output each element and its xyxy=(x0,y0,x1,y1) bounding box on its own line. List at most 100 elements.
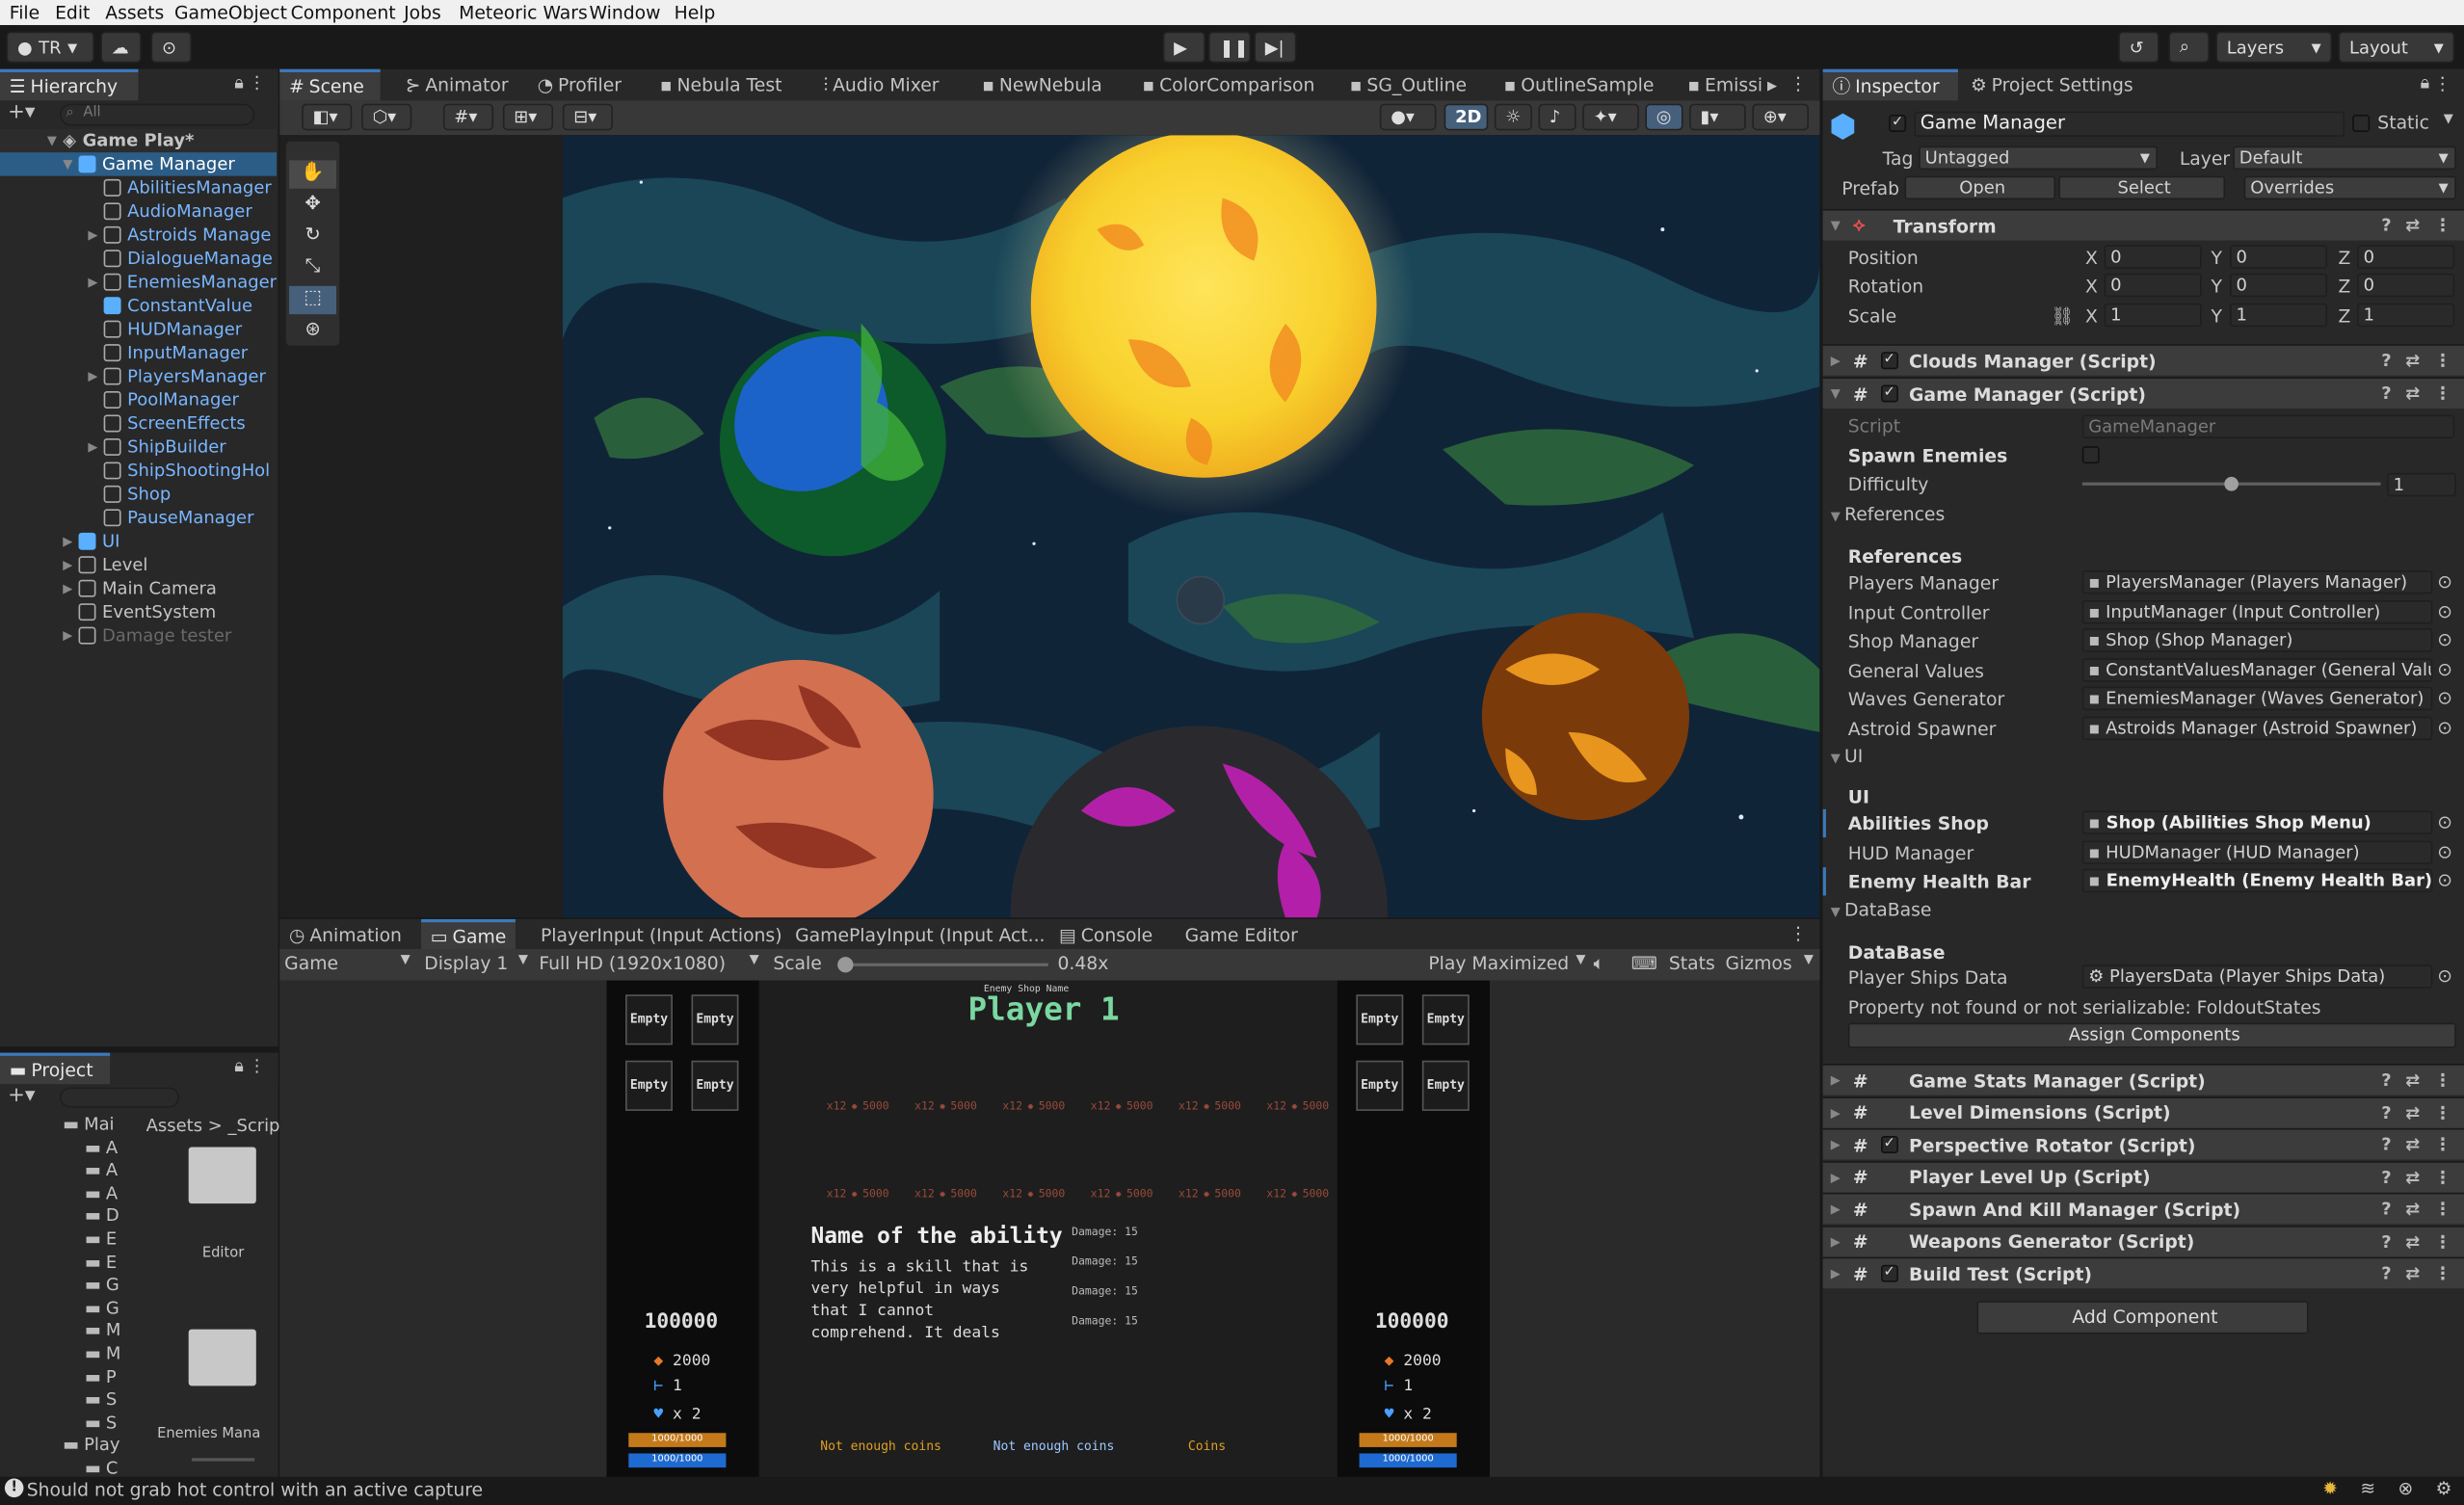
tab-sg-outline[interactable]: ▪ SG_Outline xyxy=(1340,69,1476,101)
help-icon[interactable]: ? xyxy=(2381,1231,2391,1252)
hierarchy-item[interactable]: ConstantValue xyxy=(0,294,277,317)
tab-game-editor[interactable]: Game Editor xyxy=(1176,919,1308,951)
upgrade-cost[interactable]: x12 ✹ 5000 xyxy=(1179,1100,1241,1113)
chevron-right-icon[interactable]: ▶ xyxy=(63,534,78,548)
effects-button[interactable]: ✦▾ xyxy=(1582,103,1639,131)
axis-label-z[interactable]: Z xyxy=(2339,247,2351,269)
account-dropdown[interactable]: ● TR ▼ xyxy=(6,31,94,64)
scene-view[interactable]: ✋ ✥ ↻ ⤡ ⬚ ⊛ xyxy=(279,135,1820,918)
lock-icon[interactable]: 🔒︎ xyxy=(234,72,244,94)
coins-button[interactable]: Coins xyxy=(1188,1439,1226,1454)
upgrade-cost[interactable]: x12 ✹ 5000 xyxy=(1179,1188,1241,1201)
project-folder[interactable]: ▬ Play xyxy=(0,1434,139,1457)
object-picker-icon[interactable]: ⊙ xyxy=(2437,599,2452,621)
more-icon[interactable]: ⋮ xyxy=(2434,1070,2451,1091)
project-search-input[interactable] xyxy=(59,1087,179,1108)
lock-icon[interactable]: 🔒︎ xyxy=(2421,72,2430,94)
component-header[interactable]: ▶#✓Level Dimensions (Script)?⇄⋮ xyxy=(1822,1096,2464,1128)
project-folder[interactable]: ▬ A xyxy=(0,1181,139,1204)
menu-component[interactable]: Component xyxy=(291,2,396,24)
object-picker-icon[interactable]: ⊙ xyxy=(2437,570,2452,593)
more-icon[interactable]: ⋮ xyxy=(2434,1167,2451,1187)
difficulty-slider[interactable] xyxy=(2081,474,2381,493)
reference-field[interactable]: ▪ InputManager (Input Controller) xyxy=(2081,599,2433,623)
more-icon[interactable]: ⋮ xyxy=(2434,1134,2451,1154)
reference-field[interactable]: ▪ Astroids Manager (Astroid Spawner) xyxy=(2081,715,2433,740)
project-folder[interactable]: ▬ G xyxy=(0,1296,139,1319)
scale-slider-handle[interactable] xyxy=(837,957,854,973)
object-picker-icon[interactable]: ⊙ xyxy=(2437,840,2452,862)
axis-label-x[interactable]: X xyxy=(2085,275,2098,297)
gizmos-dropdown[interactable]: Gizmos ▼ xyxy=(1726,952,1814,974)
reference-field[interactable]: ▪ EnemiesManager (Waves Generator) xyxy=(2081,686,2433,711)
spawn-enemies-checkbox[interactable] xyxy=(2081,446,2100,464)
scale-tool-icon[interactable]: ⤡ xyxy=(289,254,336,282)
tab-playerinput[interactable]: PlayerInput (Input Actions) xyxy=(531,919,791,951)
scale-z-input[interactable]: 1 xyxy=(2357,303,2455,328)
reference-field[interactable]: ▪ Shop (Shop Manager) xyxy=(2081,628,2433,652)
tab-hierarchy[interactable]: ☰ Hierarchy xyxy=(0,68,139,101)
hierarchy-item[interactable]: EventSystem xyxy=(0,600,277,623)
menu-file[interactable]: File xyxy=(10,2,40,24)
assign-components-button[interactable]: Assign Components xyxy=(1847,1022,2456,1048)
play-mode-dropdown[interactable]: Play Maximized ▼ xyxy=(1428,952,1585,974)
rect-tool-icon[interactable]: ⬚ xyxy=(289,285,336,315)
lock-icon[interactable]: 🔒︎ xyxy=(234,1056,244,1078)
folder-icon[interactable] xyxy=(188,1147,256,1204)
component-header[interactable]: ▶#✓Player Level Up (Script)?⇄⋮ xyxy=(1822,1160,2464,1192)
upgrade-cost[interactable]: x12 ✹ 5000 xyxy=(914,1100,977,1113)
collab-button[interactable]: ⊙ xyxy=(150,31,192,64)
hierarchy-item[interactable]: ▶ Main Camera xyxy=(0,576,277,599)
preset-icon[interactable]: ⇄ xyxy=(2405,215,2420,235)
preset-icon[interactable]: ⇄ xyxy=(2405,383,2420,404)
display-dropdown[interactable]: Display 1 ▼ xyxy=(424,952,528,974)
rotate-tool-icon[interactable]: ↻ xyxy=(289,224,336,251)
more-icon[interactable]: ⋮ xyxy=(1789,922,1808,944)
visibility-button[interactable]: ◎ xyxy=(1645,103,1683,131)
project-folder[interactable]: ▬ S xyxy=(0,1411,139,1434)
tab-game[interactable]: ▭ Game xyxy=(421,918,517,951)
menu-window[interactable]: Window xyxy=(590,2,661,24)
add-icon[interactable]: +▾ xyxy=(8,100,35,123)
ui-foldout[interactable]: ▼ UI xyxy=(1831,745,1863,767)
step-button[interactable]: ▶| xyxy=(1254,31,1297,64)
camera-button[interactable]: ▮▾ xyxy=(1689,103,1746,131)
project-folder[interactable]: ▬ A xyxy=(0,1135,139,1158)
clouds-manager-header[interactable]: ▶ # ✓ Clouds Manager (Script) ? ⇄ ⋮ xyxy=(1822,344,2464,376)
upgrade-cost[interactable]: x12 ✹ 5000 xyxy=(827,1100,889,1113)
scene-root[interactable]: ▼ ◈ Game Play* xyxy=(0,128,278,153)
game-mode-dropdown[interactable]: Game ▼ xyxy=(284,952,410,974)
settings-icon[interactable]: ⚙ xyxy=(2436,1477,2452,1499)
menu-help[interactable]: Help xyxy=(675,2,716,24)
upgrade-cost[interactable]: x12 ✹ 5000 xyxy=(827,1188,889,1201)
player-ships-data-field[interactable]: ⚙ PlayersData (Player Ships Data) xyxy=(2081,964,2433,989)
project-breadcrumb[interactable]: Assets > _Scrip xyxy=(146,1116,280,1136)
help-icon[interactable]: ? xyxy=(2381,1134,2391,1154)
move-tool-icon[interactable]: ✥ xyxy=(289,192,336,220)
project-folder[interactable]: ▬ A xyxy=(0,1158,139,1181)
slider-handle[interactable] xyxy=(2224,476,2239,491)
scale-slider[interactable] xyxy=(837,957,1048,973)
tab-console[interactable]: ▤ Console xyxy=(1049,919,1162,951)
reference-field[interactable]: ▪ EnemyHealth (Enemy Health Bar) xyxy=(2081,868,2433,893)
menu-assets[interactable]: Assets xyxy=(105,2,164,24)
increment-button[interactable]: ⊟▾ xyxy=(562,103,613,131)
upgrade-cost[interactable]: x12 ✹ 5000 xyxy=(1266,1188,1329,1201)
not-enough-coins-button[interactable]: Not enough coins xyxy=(994,1439,1115,1454)
layers-dropdown[interactable]: Layers ▼ xyxy=(2215,31,2333,64)
audio-button[interactable]: ♪ xyxy=(1538,103,1576,131)
help-icon[interactable]: ? xyxy=(2381,1199,2391,1219)
tab-animation[interactable]: ◷ Animation xyxy=(279,919,411,951)
menu-gameobject[interactable]: GameObject xyxy=(174,2,287,24)
pause-button[interactable]: ❚❚ xyxy=(1208,31,1252,64)
object-picker-icon[interactable]: ⊙ xyxy=(2437,628,2452,650)
component-header[interactable]: ▶#✓Weapons Generator (Script)?⇄⋮ xyxy=(1822,1225,2464,1256)
chevron-right-icon[interactable]: ▶ xyxy=(63,581,78,595)
object-picker-icon[interactable]: ⊙ xyxy=(2437,869,2452,891)
position-x-input[interactable]: 0 xyxy=(2104,245,2202,269)
help-icon[interactable]: ? xyxy=(2381,1167,2391,1187)
component-header[interactable]: ▶ # ✓ Perspective Rotator (Script)? ⇄ ⋮ xyxy=(1822,1127,2464,1160)
hierarchy-item[interactable]: PoolManager xyxy=(0,388,277,411)
more-icon[interactable]: ⋮ xyxy=(2434,1231,2451,1252)
shading-mode-button[interactable]: ●▾ xyxy=(1379,103,1437,131)
